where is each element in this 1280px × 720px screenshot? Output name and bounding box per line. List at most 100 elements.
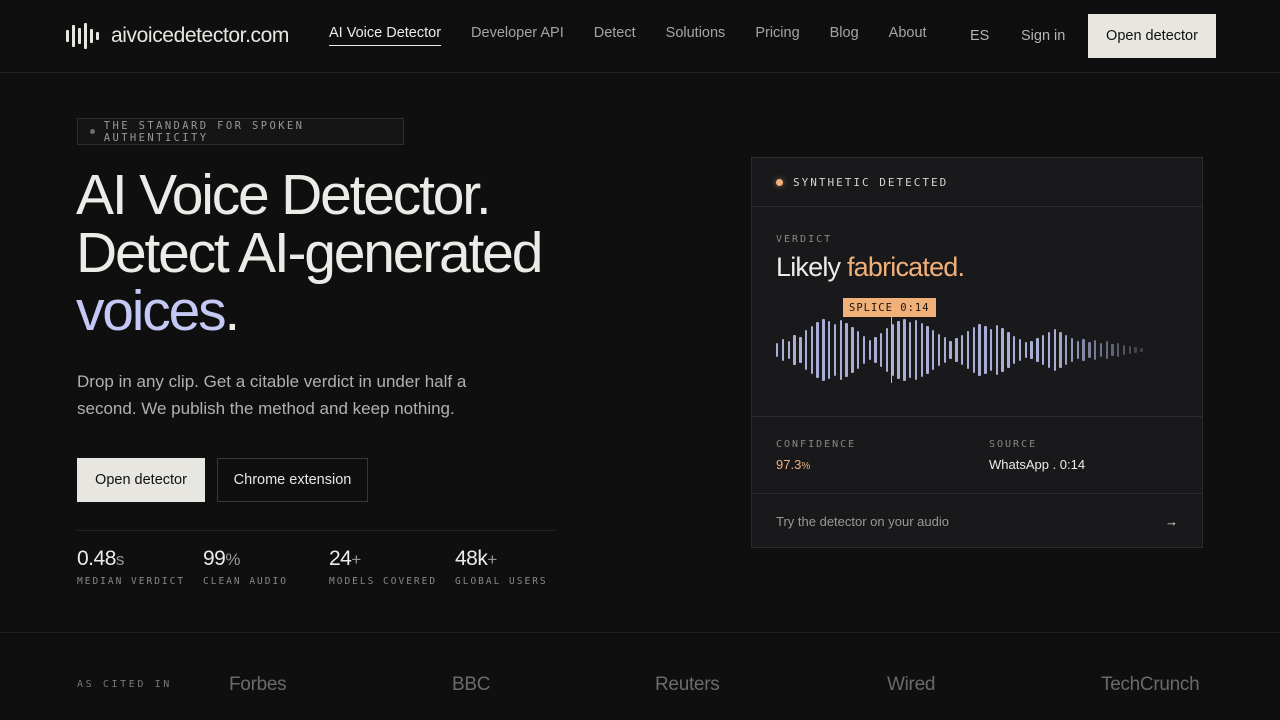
- press-logo-reuters: Reuters: [655, 674, 720, 695]
- nav-link-pricing[interactable]: Pricing: [755, 25, 799, 46]
- waveform-bar: [880, 332, 883, 367]
- status-dot-icon: [776, 178, 783, 186]
- language-toggle[interactable]: ES: [970, 28, 989, 44]
- try-detector-link[interactable]: Try the detector on your audio →: [752, 493, 1202, 548]
- nav-link-about[interactable]: About: [889, 25, 927, 46]
- verdict-text: Likely fabricated.: [776, 252, 965, 282]
- waveform-bar: [978, 323, 981, 376]
- waveform-bar: [845, 322, 848, 377]
- waveform-bar: [822, 318, 825, 381]
- waveform-bar: [961, 334, 964, 365]
- splice-marker-tag: SPLICE 0:14: [843, 298, 936, 317]
- hero-subtitle: Drop in any clip. Get a citable verdict …: [77, 372, 467, 418]
- waveform-bar: [1030, 340, 1033, 359]
- open-detector-button[interactable]: Open detector: [77, 458, 205, 502]
- headline-line-1: AI Voice Detector.: [76, 163, 492, 227]
- status-text: SYNTHETIC DETECTED: [793, 175, 949, 189]
- waveform-bar: [966, 330, 970, 369]
- press-logo-bbc: BBC: [452, 674, 491, 695]
- headline-line-3: voices.: [76, 282, 656, 340]
- waveform-bar: [984, 325, 987, 374]
- top-nav: aivoicedetector.com AI Voice Detector De…: [0, 0, 1280, 73]
- waveform-bar: [1122, 344, 1126, 355]
- waveform-bar: [839, 319, 842, 380]
- headline-line-2: Detect AI-generated: [76, 221, 543, 285]
- waveform-bar: [1059, 331, 1062, 368]
- waveform-bar: [1024, 341, 1027, 358]
- brand-logo[interactable]: aivoicedetector.com: [66, 22, 289, 50]
- card-divider: [752, 416, 1202, 417]
- waveform-bar: [851, 326, 854, 373]
- waveform-bar: [874, 336, 877, 363]
- arrow-right-icon: →: [1165, 513, 1178, 529]
- confidence-value: 97.3%: [776, 457, 811, 472]
- waveform-bar: [1065, 334, 1068, 365]
- waveform-bar: [1105, 340, 1108, 359]
- verdict-highlight: fabricated: [846, 252, 958, 282]
- waveform-bar: [793, 334, 796, 365]
- waveform-bar: [1093, 339, 1097, 360]
- press-logo-techcrunch: TechCrunch: [1101, 674, 1200, 695]
- waveform-bar: [804, 329, 808, 370]
- verdict-label: VERDICT: [776, 234, 833, 245]
- nav-link-blog[interactable]: Blog: [830, 25, 859, 46]
- waveform-bar: [1140, 347, 1143, 352]
- nav-link-solutions[interactable]: Solutions: [666, 25, 726, 46]
- waveform-bar: [1070, 337, 1074, 362]
- stats-divider: [77, 530, 555, 531]
- waveform-bar: [799, 336, 802, 363]
- stat-models-covered: 24+ MODELS COVERED: [329, 547, 437, 587]
- waveform-bar: [1013, 335, 1016, 364]
- eyebrow-text: THE STANDARD FOR SPOKEN AUTHENTICITY: [103, 119, 305, 144]
- waveform-icon: [66, 22, 99, 50]
- stat-value: 99%: [203, 547, 240, 570]
- eyebrow-dot-icon: [90, 129, 95, 134]
- headline-period: .: [224, 279, 240, 343]
- waveform-bar: [1128, 345, 1132, 354]
- waveform-bar: [868, 339, 871, 360]
- waveform-bar: [1047, 331, 1051, 368]
- waveform-bar: [949, 340, 952, 359]
- splice-marker-line: [891, 316, 892, 383]
- waveform-bar: [989, 328, 993, 371]
- source-label: SOURCE: [989, 439, 1038, 450]
- waveform-bar: [1076, 340, 1080, 359]
- waveform-bar: [776, 342, 779, 357]
- chrome-extension-button[interactable]: Chrome extension: [217, 458, 368, 502]
- stat-value: 24+: [329, 547, 361, 570]
- waveform-bar: [955, 337, 958, 362]
- waveform-bar: [914, 319, 918, 380]
- waveform-bar: [1001, 327, 1004, 372]
- brand-name: aivoicedetector.com: [111, 24, 289, 47]
- stat-value: 0.48s: [77, 547, 124, 570]
- waveform-bar: [937, 333, 941, 366]
- waveform-bar: [1088, 341, 1091, 358]
- waveform-bar: [1134, 346, 1137, 353]
- waveform-bar: [862, 335, 866, 364]
- waveform-bar: [1007, 331, 1010, 368]
- waveform-bar: [926, 325, 929, 374]
- stat-label: GLOBAL USERS: [455, 576, 548, 587]
- cited-label: AS CITED IN: [77, 679, 172, 690]
- waveform-bar: [885, 327, 889, 372]
- waveform-bar: [1041, 334, 1045, 365]
- waveform-bar: [920, 322, 923, 377]
- waveform-bar: [932, 329, 935, 370]
- waveform-bar: [1053, 328, 1056, 371]
- waveform-bar: [908, 321, 912, 378]
- waveform-bar: [833, 323, 837, 376]
- stat-median-verdict: 0.48s MEDIAN VERDICT: [77, 547, 185, 587]
- try-detector-text: Try the detector on your audio: [776, 513, 949, 529]
- nav-open-detector-button[interactable]: Open detector: [1088, 14, 1216, 58]
- nav-link-developer-api[interactable]: Developer API: [471, 25, 564, 46]
- waveform-bar: [897, 320, 900, 379]
- waveform-bar: [1036, 337, 1039, 362]
- sign-in-link[interactable]: Sign in: [1021, 28, 1065, 44]
- waveform-bar: [1018, 338, 1022, 361]
- stat-label: MODELS COVERED: [329, 576, 438, 587]
- nav-link-detect[interactable]: Detect: [594, 25, 636, 46]
- nav-link-ai-voice-detector[interactable]: AI Voice Detector: [329, 25, 442, 46]
- waveform-bar: [1099, 342, 1103, 357]
- stat-global-users: 48k+ GLOBAL USERS: [455, 547, 548, 587]
- press-logo-wired: Wired: [887, 674, 936, 695]
